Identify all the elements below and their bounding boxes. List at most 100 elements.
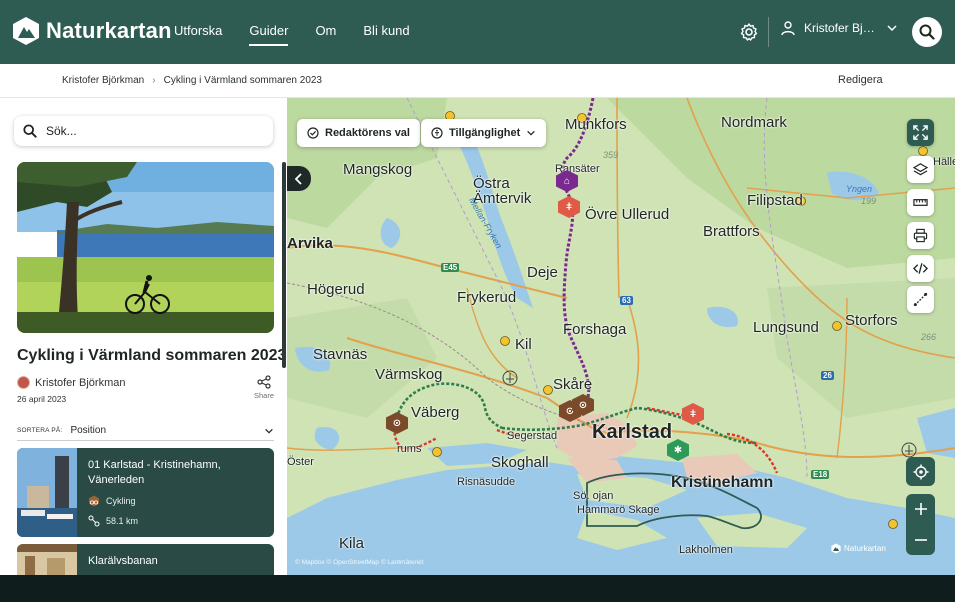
logo-icon — [831, 543, 841, 554]
list-item[interactable]: 01 Karlstad - Kristinehamn, Vänerleden C… — [17, 448, 274, 537]
settings-gear-icon[interactable] — [739, 22, 759, 42]
card-category: Cykling — [88, 495, 136, 507]
place-nordmark: Nordmark — [721, 114, 787, 131]
place-kil: Kil — [515, 336, 532, 353]
breadcrumb-bar: Kristofer Björkman › Cykling i Värmland … — [0, 64, 955, 98]
place-sodra-ojan: Sö. ojan — [573, 490, 614, 502]
sort-select[interactable]: SORTERA PÅ: Position — [17, 421, 274, 441]
place-ostra-amtervik: Östra Ämtervik — [473, 175, 532, 207]
place-hammaro-skage: Hammarö Skage — [577, 504, 660, 516]
chevron-left-icon — [294, 172, 302, 185]
user-menu[interactable]: Kristofer Björkman — [780, 20, 898, 36]
user-name: Kristofer Björkman — [804, 21, 878, 35]
footer-bar — [0, 575, 955, 602]
layers-button[interactable] — [907, 156, 934, 183]
user-icon — [781, 21, 795, 36]
breadcrumb-item-guide[interactable]: Cykling i Värmland sommaren 2023 — [164, 75, 322, 86]
nav-om[interactable]: Om — [315, 0, 336, 64]
watermark-text: Naturkartan — [844, 544, 886, 553]
logo-text: Naturkartan — [46, 18, 172, 43]
collapse-sidebar-button[interactable] — [287, 166, 311, 191]
measure-button[interactable] — [907, 189, 934, 216]
search-icon — [919, 24, 935, 40]
place-skoghall: Skoghall — [491, 454, 549, 471]
embed-button[interactable] — [907, 255, 934, 282]
place-rums: rums — [397, 443, 422, 455]
map-watermark: Naturkartan — [831, 543, 886, 554]
card-category-label: Cykling — [106, 496, 136, 506]
filter-accessibility[interactable]: Tillgänglighet — [421, 119, 547, 147]
expand-icon — [913, 125, 928, 140]
place-vaberg: Väberg — [411, 404, 460, 421]
chevron-down-icon — [887, 25, 897, 32]
hero-photo — [17, 162, 274, 333]
place-hogerud: Högerud — [307, 281, 365, 298]
share-button[interactable]: Share — [253, 375, 275, 400]
draw-route-button[interactable] — [907, 286, 934, 313]
main-nav: Utforska Guider Om Bli kund — [174, 0, 410, 64]
route-icon — [88, 515, 100, 527]
place-lakholmen: Lakholmen — [679, 544, 733, 556]
road-shield-26: 26 — [821, 371, 834, 380]
nav-bli-kund[interactable]: Bli kund — [363, 0, 409, 64]
place-karlstad: Karlstad — [592, 421, 673, 443]
sidebar-search[interactable] — [14, 116, 273, 146]
fullscreen-button[interactable] — [907, 119, 934, 146]
filter-editors-choice[interactable]: Redaktörens val — [297, 119, 420, 147]
printer-icon — [913, 228, 928, 243]
place-stavnas: Stavnäs — [313, 346, 368, 363]
place-halle: Hälle — [933, 156, 955, 168]
card-distance-value: 58.1 km — [106, 516, 139, 526]
place-munkfors: Munkfors — [565, 116, 627, 133]
filter-label: Redaktörens val — [325, 127, 410, 139]
window-edge — [955, 0, 960, 602]
share-label: Share — [253, 391, 274, 400]
breadcrumb-item-author[interactable]: Kristofer Björkman — [62, 75, 144, 86]
place-frykerud: Frykerud — [457, 289, 517, 306]
crosshair-icon — [913, 464, 928, 479]
road-shield-e18: E18 — [811, 470, 830, 479]
logo[interactable]: Naturkartan — [12, 16, 172, 46]
map-view[interactable]: Munkfors Nordmark Ransäter Mangskog Östr… — [287, 98, 955, 575]
sort-value: Position — [70, 425, 107, 436]
place-kristinehamn: Kristinehamn — [671, 474, 774, 491]
place-segerstad: Segerstad — [507, 430, 558, 442]
elevation-label: 199 — [861, 196, 877, 206]
logo-icon — [13, 17, 39, 45]
place-mangskog: Mangskog — [343, 161, 413, 178]
card-title: 01 Karlstad - Kristinehamn, Vänerleden — [88, 459, 221, 486]
sort-label: SORTERA PÅ: — [17, 427, 63, 434]
author-name: Kristofer Björkman — [35, 376, 126, 389]
check-circle-icon — [307, 127, 319, 139]
sidebar-scrollbar[interactable] — [282, 162, 286, 368]
zoom-out-icon[interactable] — [914, 533, 928, 547]
draw-line-icon — [913, 292, 928, 307]
search-input[interactable] — [46, 124, 246, 138]
guide-author[interactable]: Kristofer Björkman — [17, 376, 125, 389]
lake-yngen: Yngen — [846, 184, 873, 194]
guide-date: 26 april 2023 — [17, 394, 67, 404]
chevron-down-icon — [527, 130, 536, 136]
place-ovre-ullerud: Övre Ullerud — [585, 206, 670, 223]
zoom-in-icon[interactable] — [914, 502, 928, 516]
list-item[interactable]: Klarälvsbanan — [17, 544, 274, 575]
avatar — [17, 376, 30, 389]
print-button[interactable] — [907, 222, 934, 249]
nav-guider[interactable]: Guider — [249, 0, 289, 64]
place-varmskog: Värmskog — [375, 366, 443, 383]
edit-link[interactable]: Redigera — [838, 74, 883, 86]
nav-utforska[interactable]: Utforska — [174, 0, 222, 64]
elevation-label: 359 — [603, 150, 619, 160]
place-filipstad: Filipstad — [747, 192, 803, 209]
my-location-button[interactable] — [906, 457, 935, 486]
nav-divider — [768, 17, 769, 47]
place-skare: Skåre — [553, 376, 593, 393]
chevron-right-icon: › — [152, 75, 156, 86]
chevron-down-icon — [265, 428, 273, 434]
card-thumbnail — [17, 544, 77, 575]
share-icon — [257, 375, 271, 389]
map-attribution[interactable]: © Mapbox © OpenStreetMap © Lantmäteriet — [295, 559, 424, 566]
search-button[interactable] — [912, 17, 942, 47]
place-risnasudde: Risnäsudde — [457, 476, 516, 488]
place-kila: Kila — [339, 535, 365, 552]
